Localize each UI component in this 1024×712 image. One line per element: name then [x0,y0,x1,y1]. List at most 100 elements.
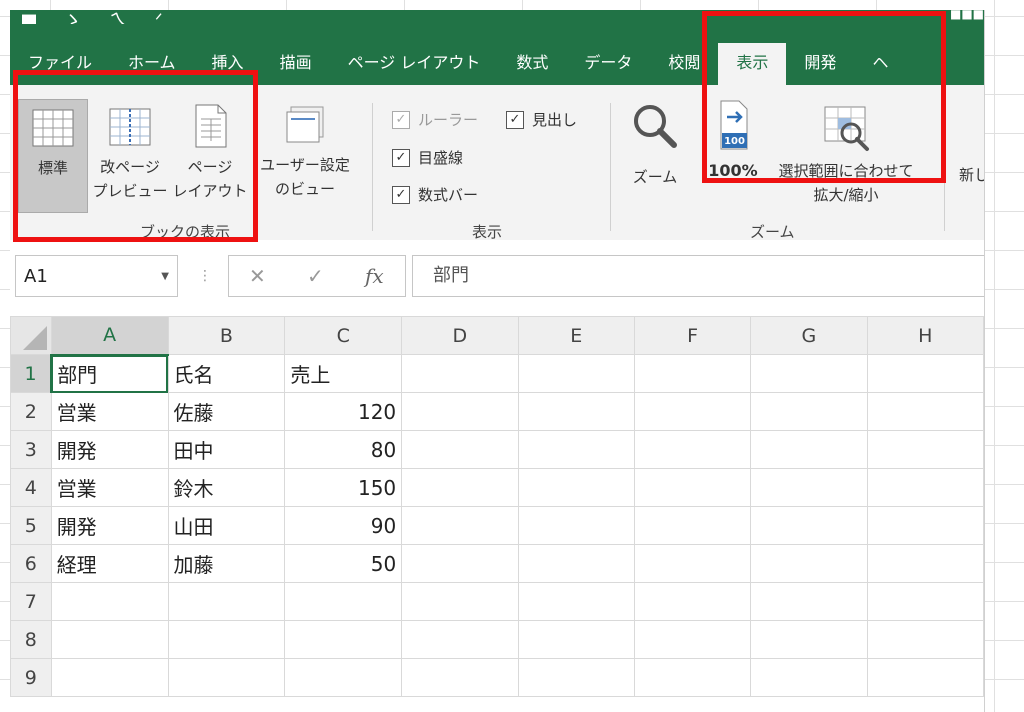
cell[interactable] [517,658,635,697]
cell-b4[interactable]: 鈴木 [167,468,286,507]
cell[interactable] [167,582,286,621]
cell[interactable] [750,544,868,583]
cell[interactable] [633,430,752,469]
cell-c1[interactable]: 売上 [284,354,403,393]
cell-c3[interactable]: 80 [284,430,403,469]
cell[interactable] [401,582,519,621]
cell-b6[interactable]: 加藤 [167,544,286,583]
tab-help[interactable]: ヘ [854,43,906,85]
cell[interactable] [633,468,752,507]
formula-bar-grip-icon[interactable]: ⋮ [198,268,212,284]
zoom-100-button[interactable]: 100 100% [700,99,766,211]
cell[interactable] [750,582,868,621]
cell-b3[interactable]: 田中 [167,430,286,469]
cell[interactable] [517,468,635,507]
cell[interactable] [866,430,984,469]
cell[interactable] [750,658,868,697]
cell[interactable] [633,544,752,583]
cancel-icon[interactable]: ✕ [249,264,266,288]
tab-view[interactable]: 表示 [718,43,787,85]
column-header-c[interactable]: C [284,316,403,355]
select-all-corner[interactable] [10,316,52,355]
undo-icon[interactable]: ゝ [64,12,82,25]
cell[interactable] [401,658,519,697]
cell-a1[interactable]: 部門 [50,354,169,393]
cell[interactable] [633,354,752,393]
row-header[interactable]: 2 [10,392,52,431]
formula-input[interactable]: 部門 [412,255,984,297]
cell-b5[interactable]: 山田 [167,506,286,545]
cell[interactable] [750,468,868,507]
chevron-down-icon[interactable]: ▼ [161,256,169,298]
save-icon[interactable]: ▆ [22,12,36,25]
tab-page-layout[interactable]: ページ レイアウト [330,43,499,85]
row-header[interactable]: 9 [10,658,52,697]
tab-file[interactable]: ファイル [10,43,110,85]
column-header-a[interactable]: A [50,316,169,356]
ruler-checkbox[interactable]: ✓ ルーラー [392,109,478,130]
tab-draw[interactable]: 描画 [262,43,330,85]
row-header[interactable]: 6 [10,544,52,583]
cell[interactable] [50,582,169,621]
cell[interactable] [167,658,286,697]
cell[interactable] [284,658,403,697]
new-window-button[interactable]: 新し [954,163,984,193]
normal-view-button[interactable]: 標準 [18,99,88,213]
cell[interactable] [401,544,519,583]
row-header[interactable]: 4 [10,468,52,507]
cell[interactable] [866,582,984,621]
cell[interactable] [750,354,868,393]
tab-home[interactable]: ホーム [110,43,194,85]
cell[interactable] [866,354,984,393]
column-header-e[interactable]: E [517,316,635,355]
cell[interactable] [517,392,635,431]
cell[interactable] [750,620,868,659]
cell[interactable] [517,544,635,583]
customize-qat-icon[interactable]: ᐟ [155,12,163,25]
cell[interactable] [401,430,519,469]
cell[interactable] [401,468,519,507]
column-header-g[interactable]: G [750,316,868,355]
cell[interactable] [517,620,635,659]
cell[interactable] [401,506,519,545]
cell[interactable] [401,392,519,431]
redo-icon[interactable]: ㄟ [109,12,127,25]
cell-b2[interactable]: 佐藤 [167,392,286,431]
cell-b1[interactable]: 氏名 [167,354,286,393]
cell[interactable] [866,392,984,431]
cell-c6[interactable]: 50 [284,544,403,583]
cell-c4[interactable]: 150 [284,468,403,507]
cell[interactable] [50,620,169,659]
name-box[interactable]: A1 ▼ [15,255,178,297]
cell-a4[interactable]: 営業 [50,468,169,507]
cell[interactable] [50,658,169,697]
formula-bar-checkbox[interactable]: ✓ 数式バー [392,184,478,205]
tab-formulas[interactable]: 数式 [498,43,566,85]
zoom-to-selection-button[interactable]: 選択範囲に合わせて 拡大/縮小 [764,99,928,211]
column-header-f[interactable]: F [633,316,752,355]
cell-a3[interactable]: 開発 [50,430,169,469]
cell-a2[interactable]: 営業 [50,392,169,431]
cell[interactable] [866,544,984,583]
row-header[interactable]: 7 [10,582,52,621]
zoom-button[interactable]: ズーム [624,99,686,211]
cell[interactable] [633,506,752,545]
gridlines-checkbox[interactable]: ✓ 目盛線 [392,147,463,168]
cell[interactable] [517,582,635,621]
cell[interactable] [633,658,752,697]
cell-c5[interactable]: 90 [284,506,403,545]
cell-a6[interactable]: 経理 [50,544,169,583]
column-header-b[interactable]: B [167,316,286,355]
column-header-h[interactable]: H [866,316,984,355]
cell[interactable] [750,506,868,545]
cell[interactable] [866,506,984,545]
enter-icon[interactable]: ✓ [307,264,324,288]
cell-c2[interactable]: 120 [284,392,403,431]
custom-views-button[interactable]: ユーザー設定 のビュー [252,99,358,211]
cell[interactable] [167,620,286,659]
row-header[interactable]: 3 [10,430,52,469]
cell[interactable] [633,392,752,431]
cell[interactable] [750,430,868,469]
cell[interactable] [401,620,519,659]
cell[interactable] [517,506,635,545]
